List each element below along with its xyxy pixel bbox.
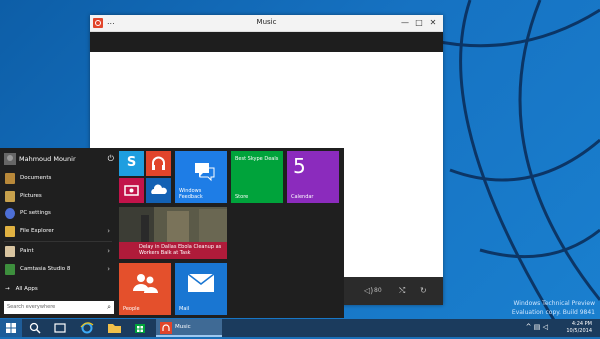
chat-icon bbox=[195, 163, 215, 182]
music-titlebar[interactable]: ... Music — □ ✕ bbox=[90, 15, 443, 32]
speaker-icon[interactable]: ◁ bbox=[543, 323, 548, 331]
video-icon bbox=[124, 185, 139, 196]
tile-label: Windows Feedback bbox=[179, 188, 203, 200]
close-button[interactable]: ✕ bbox=[426, 16, 440, 30]
music-hero-image bbox=[90, 32, 443, 52]
headphones-icon bbox=[152, 156, 165, 170]
clock-time: 4:24 PM bbox=[571, 321, 592, 327]
skype-icon: S bbox=[126, 155, 137, 170]
people-icon bbox=[133, 274, 158, 293]
menu-item-label: Pictures bbox=[20, 192, 42, 199]
internet-explorer-icon bbox=[80, 322, 94, 334]
repeat-icon[interactable]: ↻ bbox=[420, 286, 427, 295]
menu-item-label: Documents bbox=[20, 175, 52, 181]
menu-item-label: Paint bbox=[20, 248, 34, 254]
player-bar: ◁) 80 ⤭ ↻ bbox=[343, 277, 443, 305]
mail-icon bbox=[187, 273, 215, 292]
shuffle-icon[interactable]: ⤭ bbox=[399, 286, 405, 296]
menu-item-file-explorer[interactable]: File Explorer › bbox=[0, 223, 116, 241]
chevron-right-icon[interactable]: › bbox=[107, 247, 110, 255]
menu-item-camtasia[interactable]: Camtasia Studio 8 › bbox=[0, 261, 116, 279]
window-title: Music bbox=[256, 18, 277, 26]
news-photo bbox=[119, 207, 227, 245]
tile-windows-feedback[interactable]: Windows Feedback bbox=[175, 151, 227, 203]
search-icon bbox=[29, 322, 41, 334]
tile-people[interactable]: People bbox=[119, 263, 171, 315]
search-icon[interactable]: ⌕ bbox=[107, 301, 111, 314]
watermark-line1: Windows Technical Preview bbox=[513, 300, 595, 307]
chevron-right-icon[interactable]: › bbox=[107, 227, 110, 235]
task-view-button[interactable] bbox=[51, 319, 69, 337]
divider bbox=[4, 241, 112, 242]
pictures-icon bbox=[5, 190, 15, 202]
windows-logo-icon bbox=[6, 323, 16, 333]
news-headline: Delay in Dallas Ebola Cleanup as Workers… bbox=[139, 244, 222, 256]
start-menu: Mahmoud Mounir ⏻ Documents Pictures PC s… bbox=[0, 148, 344, 318]
store-icon bbox=[135, 324, 145, 333]
tile-store[interactable]: Best Skype Deals Store bbox=[231, 151, 283, 203]
chevron-up-icon[interactable]: ^ bbox=[526, 323, 532, 331]
watermark-line2: Evaluation copy. Build 9841 bbox=[511, 309, 595, 316]
tile-label-line2: Feedback bbox=[179, 194, 203, 200]
paint-icon bbox=[5, 246, 15, 257]
tile-label: Mail bbox=[179, 306, 190, 312]
news-headline-bar: Delay in Dallas Ebola Cleanup as Workers… bbox=[119, 242, 227, 259]
headphones-icon bbox=[160, 322, 172, 334]
documents-icon bbox=[5, 173, 15, 184]
taskbar-ie-button[interactable] bbox=[77, 319, 97, 337]
menu-item-paint[interactable]: Paint › bbox=[0, 243, 116, 261]
volume-value: 80 bbox=[374, 287, 382, 294]
menu-item-label: Camtasia Studio 8 bbox=[20, 265, 71, 272]
search-placeholder: Search everywhere bbox=[7, 304, 56, 310]
tile-label: People bbox=[123, 306, 140, 312]
search-input[interactable]: Search everywhere ⌕ bbox=[4, 301, 114, 314]
folder-icon bbox=[5, 225, 15, 237]
menu-item-pictures[interactable]: Pictures bbox=[0, 188, 116, 206]
cloud-icon bbox=[151, 184, 167, 194]
chevron-right-icon[interactable]: › bbox=[107, 265, 110, 273]
network-icon[interactable]: ▤ bbox=[534, 323, 541, 331]
evaluation-watermark: Windows Technical Preview Evaluation cop… bbox=[512, 299, 595, 317]
taskbar-explorer-button[interactable] bbox=[104, 319, 124, 337]
store-deal-title: Best Skype Deals bbox=[235, 156, 279, 162]
notification-icons[interactable]: ^ ▤ ◁ bbox=[526, 323, 548, 331]
taskbar-search-button[interactable] bbox=[26, 319, 44, 337]
task-view-icon bbox=[54, 323, 66, 333]
user-account[interactable]: Mahmoud Mounir ⏻ bbox=[4, 153, 114, 165]
menu-item-documents[interactable]: Documents bbox=[0, 170, 116, 188]
menu-item-label: PC settings bbox=[20, 210, 51, 216]
gear-icon bbox=[5, 208, 15, 219]
tile-video[interactable] bbox=[119, 178, 144, 203]
tile-onedrive[interactable] bbox=[146, 178, 171, 203]
start-menu-list: Documents Pictures PC settings File Expl… bbox=[0, 170, 116, 278]
calendar-day: 5 bbox=[293, 154, 306, 178]
menu-item-label: File Explorer bbox=[20, 227, 54, 234]
tile-news[interactable]: Delay in Dallas Ebola Cleanup as Workers… bbox=[119, 207, 227, 259]
menu-item-pc-settings[interactable]: PC settings bbox=[0, 205, 116, 223]
tile-label: Store bbox=[235, 194, 249, 200]
maximize-button[interactable]: □ bbox=[412, 16, 426, 30]
tile-label: Calendar bbox=[291, 194, 314, 200]
tile-skype[interactable]: S bbox=[119, 151, 144, 176]
tile-music[interactable] bbox=[146, 151, 171, 176]
taskbar-music-label: Music bbox=[175, 324, 191, 330]
speaker-icon[interactable]: ◁) bbox=[364, 286, 373, 295]
folder-icon bbox=[108, 324, 121, 333]
clock-date: 10/5/2014 bbox=[566, 328, 592, 334]
power-icon[interactable]: ⏻ bbox=[108, 154, 114, 164]
tile-calendar[interactable]: 5 Calendar bbox=[287, 151, 339, 203]
avatar bbox=[4, 153, 16, 165]
camtasia-icon bbox=[5, 263, 15, 275]
system-clock[interactable]: 4:24 PM 10/5/2014 bbox=[566, 321, 592, 335]
taskbar: Music ^ ▤ ◁ 4:24 PM 10/5/2014 bbox=[0, 319, 600, 337]
tile-mail[interactable]: Mail bbox=[175, 263, 227, 315]
all-apps-button[interactable]: → All Apps bbox=[5, 286, 44, 292]
arrow-right-icon: → bbox=[5, 286, 10, 292]
all-apps-label: All Apps bbox=[15, 286, 38, 292]
taskbar-music-button[interactable]: Music bbox=[156, 319, 222, 337]
taskbar-store-button[interactable] bbox=[130, 319, 150, 337]
minimize-button[interactable]: — bbox=[398, 16, 412, 30]
user-name: Mahmoud Mounir bbox=[19, 155, 76, 163]
start-button[interactable] bbox=[0, 319, 22, 337]
